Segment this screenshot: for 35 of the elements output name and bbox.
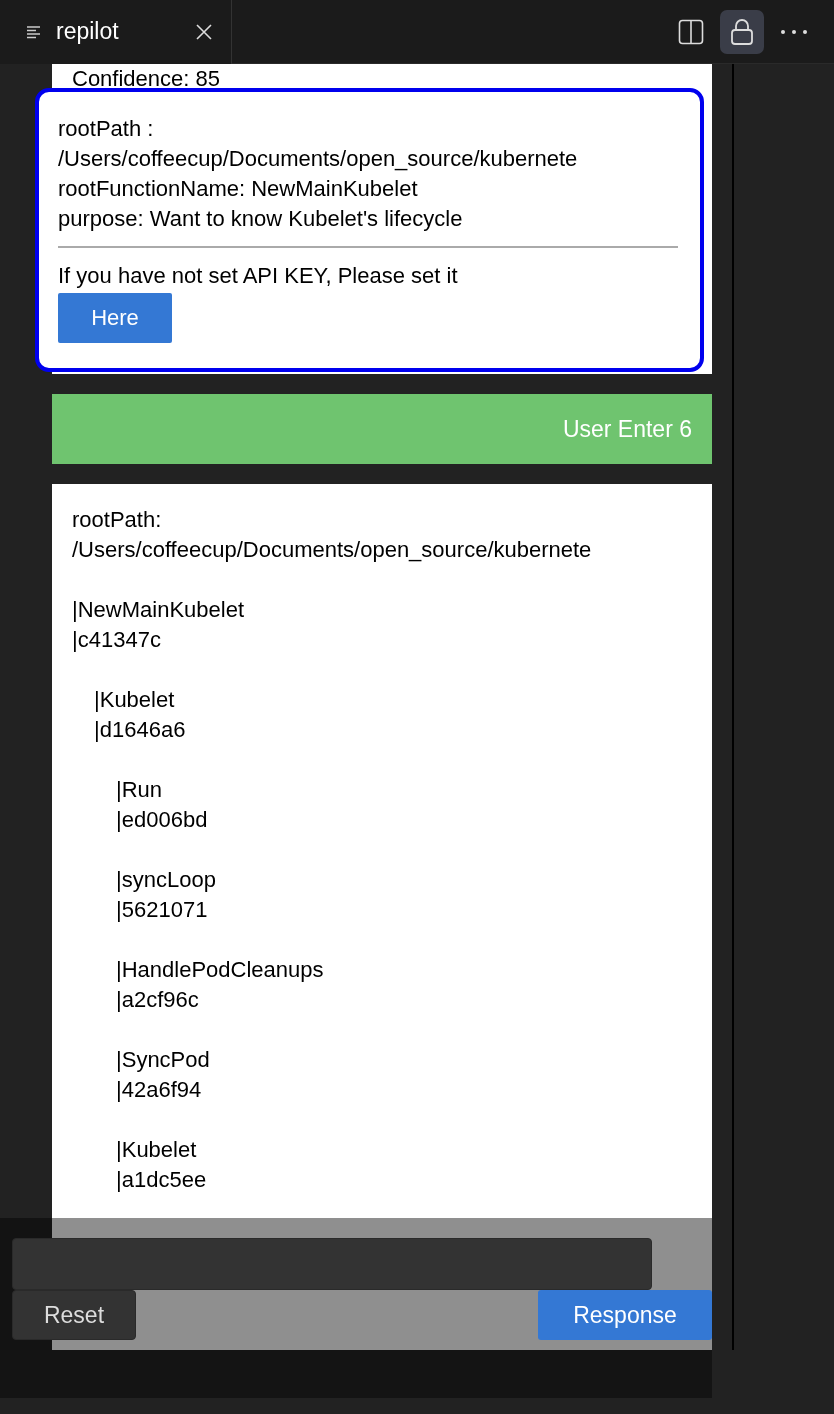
- commit-hash: |42a6f94: [116, 1076, 203, 1104]
- function-name: |syncLoop: [116, 866, 217, 894]
- close-icon[interactable]: [195, 22, 213, 41]
- function-name: |SyncPod: [116, 1046, 211, 1074]
- here-button[interactable]: Here: [58, 293, 172, 343]
- function-name: |NewMainKubelet: [72, 596, 246, 624]
- lock-icon: [729, 17, 755, 46]
- more-icon[interactable]: [780, 28, 808, 35]
- popup-text: purpose: Want to know Kubelet's lifecycle: [58, 205, 464, 233]
- commit-hash: |a1dc5ee: [116, 1166, 208, 1194]
- lock-button[interactable]: [720, 9, 764, 54]
- commit-hash: |d1646a6: [94, 716, 187, 744]
- response-button[interactable]: Response: [538, 1290, 712, 1340]
- popup-text: rootPath :: [58, 115, 155, 143]
- root-path: /Users/coffeecup/Documents/open_source/kubernete: [72, 536, 593, 564]
- commit-hash: |ed006bd: [116, 806, 209, 834]
- confidence-text: Confidence: 85: [72, 66, 221, 92]
- popup-text: /Users/coffeecup/Documents/open_source/kubernete: [58, 145, 579, 173]
- function-name: |Kubelet: [116, 1136, 198, 1164]
- list-icon: [26, 24, 42, 39]
- commit-hash: |c41347c: [72, 626, 162, 654]
- editor-tab[interactable]: repilot: [0, 0, 232, 64]
- function-name: |HandlePodCleanups: [116, 956, 325, 984]
- function-name: |Kubelet: [94, 686, 176, 714]
- user-message: User Enter 6: [562, 415, 692, 443]
- commit-hash: |5621071: [116, 896, 209, 924]
- api-key-notice: If you have not set API KEY, Please set it: [58, 262, 459, 290]
- popup-text: rootFunctionName: NewMainKubelet: [58, 175, 419, 203]
- function-name: |Run: [116, 776, 164, 804]
- input-field[interactable]: [12, 1238, 652, 1290]
- root-path-label: rootPath:: [72, 506, 163, 534]
- reset-button[interactable]: Reset: [12, 1290, 136, 1340]
- commit-hash: |a2cf96c: [116, 986, 200, 1014]
- split-editor-icon[interactable]: [678, 18, 704, 45]
- tab-title: repilot: [56, 18, 120, 45]
